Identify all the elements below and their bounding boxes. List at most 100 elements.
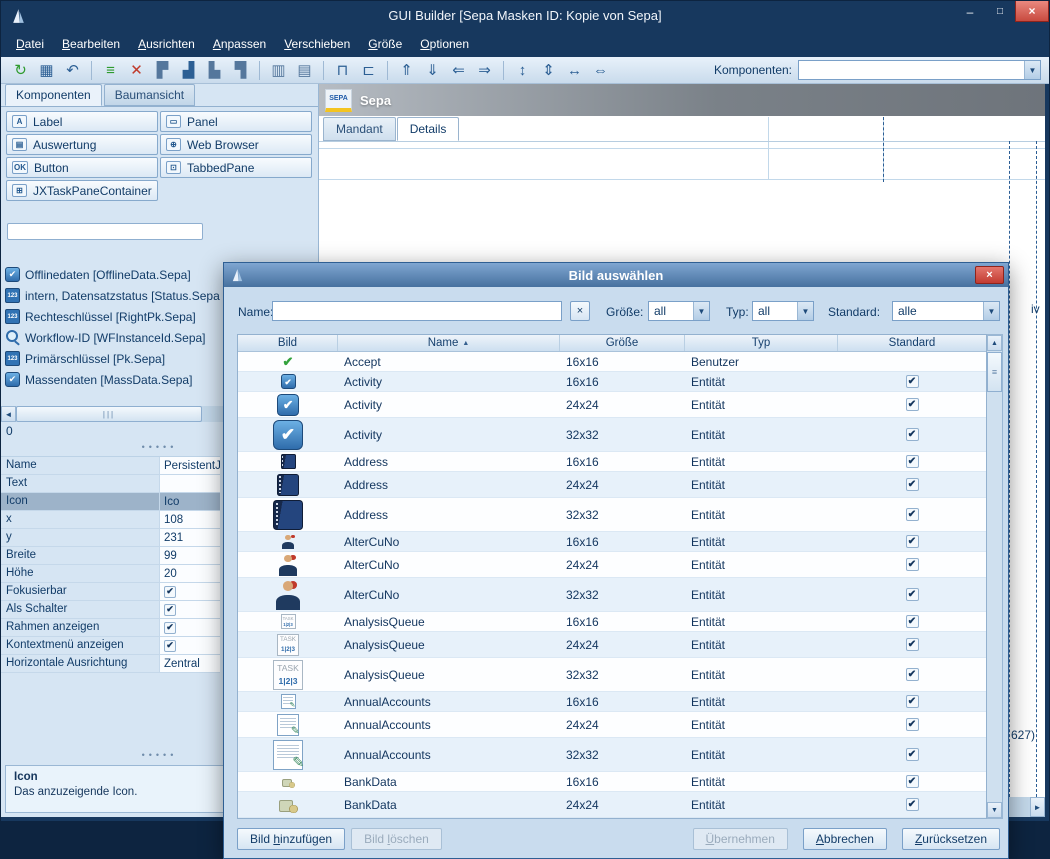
column-header-bild[interactable]: Bild [238,335,338,351]
property-row-text[interactable]: Text [1,475,220,493]
size-height-max-icon[interactable]: ⇕ [537,60,560,81]
table-vertical-scrollbar[interactable] [987,334,1003,819]
component-panel[interactable]: ▭Panel [160,111,312,132]
bracket-left-icon[interactable]: ⊏ [357,60,380,81]
property-row-rahmen-anzeigen[interactable]: Rahmen anzeigen [1,619,220,637]
size-width-icon[interactable]: ↔ [563,60,586,81]
button-bild-hinzuf-gen[interactable]: Bild hinzufügen [237,828,345,850]
image-row[interactable]: Address32x32Entität [238,498,986,532]
move-left-icon[interactable]: ⇐ [447,60,470,81]
image-row[interactable]: Activity16x16Entität [238,372,986,392]
image-row[interactable]: AnalysisQueue24x24Entität [238,632,986,658]
refresh-icon[interactable]: ↻ [9,60,32,81]
komponenten-label: Komponenten: [714,63,792,77]
dialog-close-button[interactable]: × [975,266,1004,284]
component-jxtaskpanecontainer[interactable]: ⊞JXTaskPaneContainer [6,180,158,201]
column-header-gr-e[interactable]: Größe [560,335,685,351]
component-web-browser[interactable]: ⊕Web Browser [160,134,312,155]
component-label[interactable]: ALabel [6,111,158,132]
shield-up-icon[interactable]: ⇑ [395,60,418,81]
distribute-horizontal-icon[interactable]: ▥ [267,60,290,81]
menu-item-optionen[interactable]: Optionen [411,33,478,55]
menu-item-ausrichten[interactable]: Ausrichten [129,33,204,55]
clear-filter-button[interactable]: × [570,301,590,321]
chart-icon[interactable]: ▟ [177,60,200,81]
name-filter-input[interactable] [272,301,562,321]
property-row-als-schalter[interactable]: Als Schalter [1,601,220,619]
align-right-icon[interactable]: ▜ [229,60,252,81]
property-row-fokusierbar[interactable]: Fokusierbar [1,583,220,601]
component-auswertung[interactable]: ▤Auswertung [6,134,158,155]
image-row[interactable]: AnnualAccounts16x16Entität [238,692,986,712]
komponenten-select[interactable] [798,60,1041,80]
canvas-tab-details[interactable]: Details [397,117,460,141]
menu-item-gr-e[interactable]: Größe [359,33,411,55]
menu-item-datei[interactable]: Datei [7,33,53,55]
shield-down-icon[interactable]: ⇓ [421,60,444,81]
component-tabbedpane[interactable]: ⊡TabbedPane [160,157,312,178]
image-row[interactable]: AnalysisQueue32x32Entität [238,658,986,692]
delete-item-icon[interactable]: ✕ [125,60,148,81]
button-abbrechen[interactable]: Abbrechen [803,828,887,850]
align-top-left-icon[interactable]: ▛ [151,60,174,81]
menu-item-bearbeiten[interactable]: Bearbeiten [53,33,129,55]
standard-select[interactable]: alle [892,301,1000,321]
bracket-top-icon[interactable]: ⊓ [331,60,354,81]
image-row[interactable]: Address24x24Entität [238,472,986,498]
menu-item-verschieben[interactable]: Verschieben [275,33,359,55]
button-zur-cksetzen[interactable]: Zurücksetzen [902,828,1000,850]
chevron-down-icon[interactable] [983,302,999,320]
image-row[interactable]: AnnualAccounts32x32Entität [238,738,986,772]
image-row[interactable]: Activity24x24Entität [238,392,986,418]
property-row-y[interactable]: y231 [1,529,220,547]
image-row[interactable]: Activity32x32Entität [238,418,986,452]
sidebar-tab-komponenten[interactable]: Komponenten [5,84,102,106]
chevron-down-icon[interactable] [693,302,709,320]
size-height-icon[interactable]: ↕ [511,60,534,81]
property-row-kontextmen-anzeigen[interactable]: Kontextmenü anzeigen [1,637,220,655]
column-header-typ[interactable]: Typ [685,335,838,351]
property-row-breite[interactable]: Breite99 [1,547,220,565]
sepa-logo-icon: SEPA [325,89,352,112]
property-row-horizontale-ausrichtung[interactable]: Horizontale AusrichtungZentral [1,655,220,673]
scrollbar-thumb[interactable] [987,352,1002,392]
image-row[interactable]: AlterCuNo16x16Entität [238,532,986,552]
image-row[interactable]: AlterCuNo24x24Entität [238,552,986,578]
move-right-icon[interactable]: ⇒ [473,60,496,81]
image-row[interactable]: BankData16x16Entität [238,772,986,792]
column-header-name[interactable]: Name [338,335,560,351]
undo-icon[interactable]: ↶ [61,60,84,81]
scroll-right-button[interactable] [1030,797,1045,817]
column-header-standard[interactable]: Standard [838,335,986,351]
image-row[interactable]: AnalysisQueue16x16Entität [238,612,986,632]
canvas-tab-mandant[interactable]: Mandant [323,117,396,141]
image-row[interactable]: Address16x16Entität [238,452,986,472]
property-row-h-he[interactable]: Höhe20 [1,565,220,583]
image-row[interactable]: AnnualAccounts24x24Entität [238,712,986,738]
save-icon[interactable]: ▦ [35,60,58,81]
property-row-x[interactable]: x108 [1,511,220,529]
sidebar-tab-baumansicht[interactable]: Baumansicht [104,84,195,106]
property-row-icon[interactable]: IconIco [1,493,220,511]
image-row[interactable]: Accept16x16Benutzer [238,352,986,372]
chevron-down-icon[interactable] [1024,61,1040,79]
scroll-left-button[interactable] [1,406,16,422]
property-row-name[interactable]: NamePersistentJ [1,457,220,475]
image-row[interactable]: BankData24x24Entität [238,792,986,818]
scroll-up-button[interactable] [987,335,1002,351]
property-name: y [1,529,159,546]
scrollbar-thumb[interactable] [16,406,202,422]
distribute-vertical-icon[interactable]: ▤ [293,60,316,81]
chevron-down-icon[interactable] [797,302,813,320]
image-row[interactable]: AlterCuNo32x32Entität [238,578,986,612]
menu-item-anpassen[interactable]: Anpassen [204,33,275,55]
scroll-down-button[interactable] [987,802,1002,818]
component-button[interactable]: OKButton [6,157,158,178]
size-width-max-icon[interactable]: ⇔ [589,60,612,81]
align-left-icon[interactable]: ▙ [203,60,226,81]
component-filter-input[interactable] [7,223,203,240]
add-item-icon[interactable]: ≡ [99,60,122,81]
jxtaskpanecontainer-icon: ⊞ [12,184,27,197]
groesse-select[interactable]: all [648,301,710,321]
typ-select[interactable]: all [752,301,814,321]
